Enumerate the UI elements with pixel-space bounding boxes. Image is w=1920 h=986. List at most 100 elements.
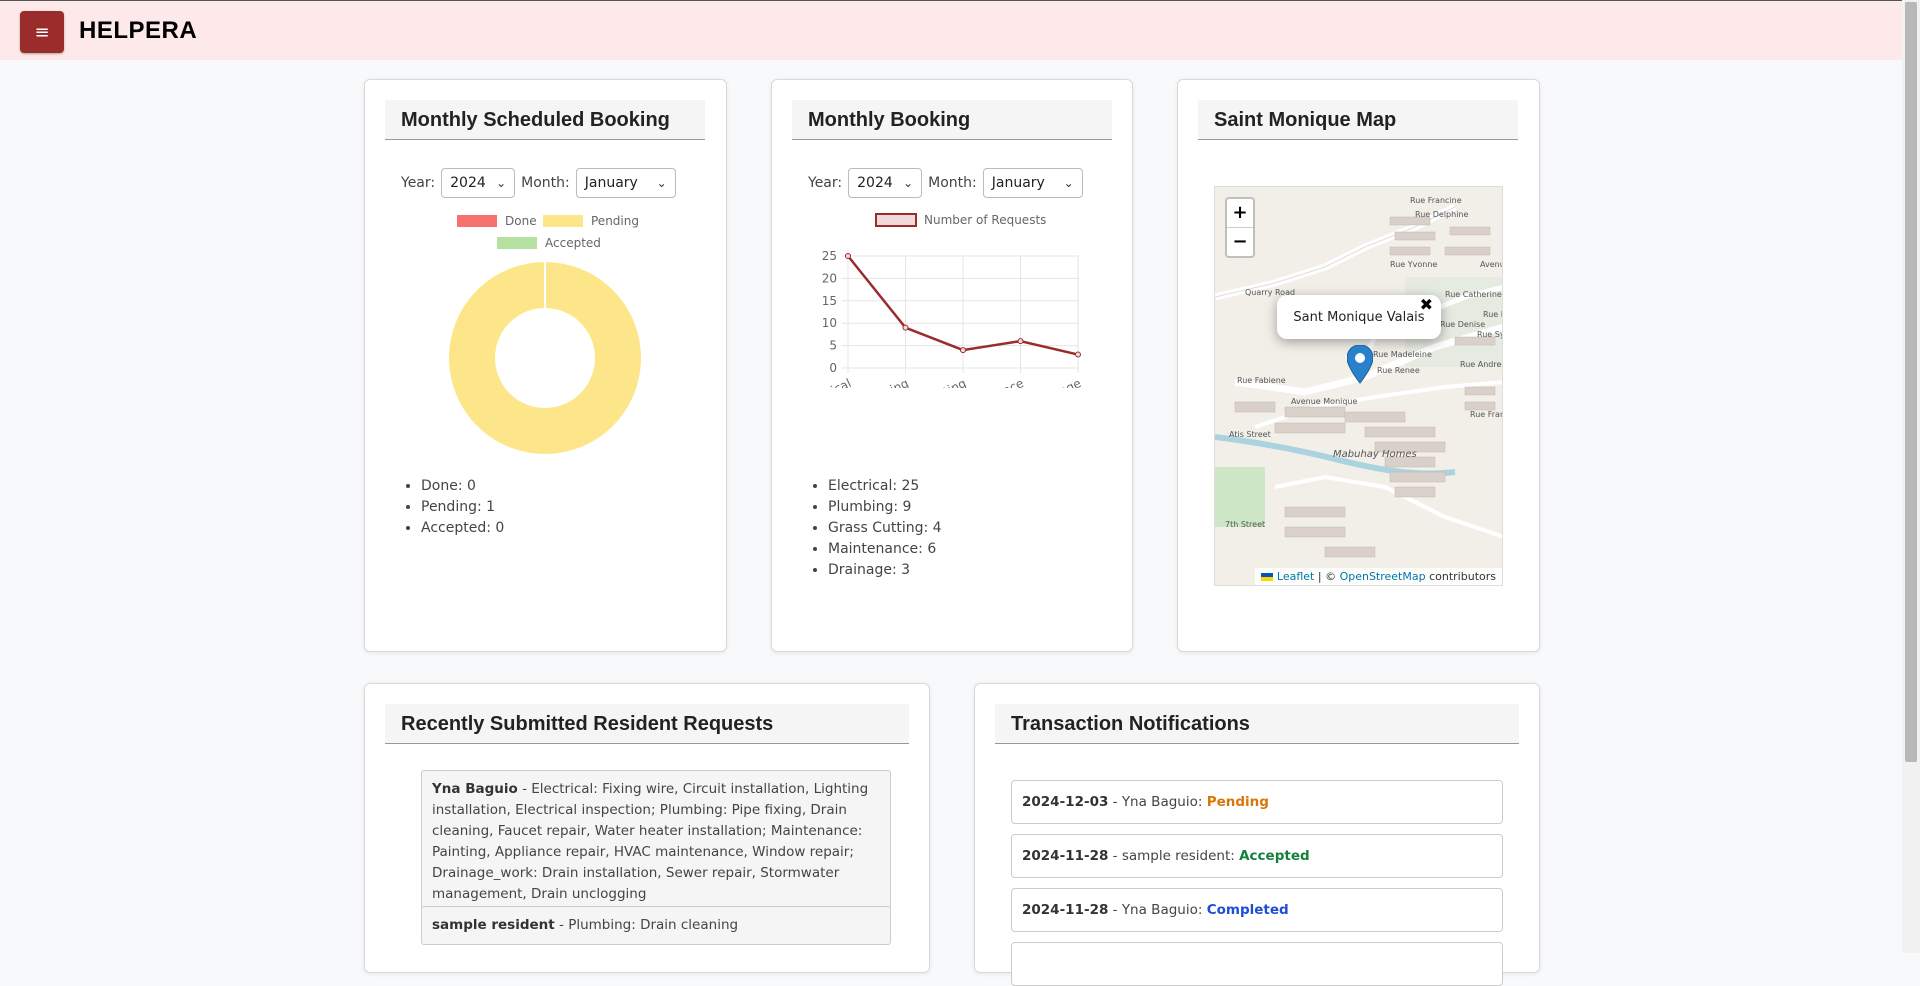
filter-row: Year: 2024 ⌄ Month: January ⌄ [808,168,1089,198]
top-navbar: ≡ HELPERA [0,0,1902,60]
stat-pending: Pending: 1 [421,497,504,518]
chevron-down-icon: ⌄ [1063,176,1074,190]
notification-who: - Yna Baguio: [1108,902,1207,918]
year-select[interactable]: 2024 ⌄ [441,168,516,198]
legend-item-pending[interactable]: Pending [543,214,639,228]
y-tick-label: 20 [822,271,837,285]
y-tick-label: 25 [822,249,837,263]
month-select[interactable]: January ⌄ [575,168,676,198]
chevron-down-icon: ⌄ [656,176,667,190]
scheduled-booking-card: Monthly Scheduled Booking Year: 2024 ⌄ Mo… [364,79,727,652]
page-scrollbar[interactable] [1902,0,1920,953]
map-popup: Sant Monique Valais ✖ [1277,295,1441,339]
stat-electrical: Electrical: 25 [828,476,942,497]
stat-drainage: Drainage: 3 [828,560,942,581]
legend-label: Done [505,214,537,228]
attribution-separator: | [1317,570,1322,583]
legend-label: Accepted [545,236,601,250]
map-label: Avenue Ma [1480,260,1503,269]
request-item[interactable]: Yna Baguio - Electrical: Fixing wire, Ci… [421,770,891,914]
map-label: Rue Denise [1440,320,1485,329]
y-tick-label: 15 [822,294,837,308]
chevron-down-icon: ⌄ [496,176,507,190]
map-view[interactable]: Quarry Road Rue Francine Rue Delphine Ru… [1214,186,1503,586]
y-tick-label: 0 [829,361,837,375]
scrollbar-thumb[interactable] [1905,2,1917,762]
notification-status: Pending [1206,794,1269,810]
map-label: Rue Fabiene [1237,376,1286,385]
request-name: Yna Baguio [432,781,518,797]
notification-item[interactable]: 2024-12-03 - Yna Baguio: Pending [1011,780,1503,824]
notification-date: 2024-11-28 [1022,848,1109,864]
stat-maintenance: Maintenance: 6 [828,539,942,560]
map-label: Atis Street [1229,430,1271,439]
year-value: 2024 [450,175,486,191]
month-select[interactable]: January ⌄ [982,168,1083,198]
donut-chart [449,262,641,454]
x-tick-label: Drainage [1028,376,1084,388]
map-label: Mabuhay Homes [1333,449,1417,460]
notification-who: - sample resident: [1108,848,1240,864]
card-title: Monthly Booking [792,100,1112,140]
menu-icon: ≡ [34,21,50,43]
notification-date: 2024-12-03 [1022,794,1109,810]
year-select[interactable]: 2024 ⌄ [848,168,923,198]
attribution-copyright: © [1325,570,1337,583]
brand-title: HELPERA [79,17,198,44]
notification-item[interactable]: 2024-11-28 - Yna Baguio: Completed [1011,888,1503,932]
year-label: Year: [808,175,843,191]
y-tick-label: 5 [829,339,837,353]
map-label: Rue Francette [1470,410,1503,419]
hamburger-menu-button[interactable]: ≡ [20,11,64,53]
month-label: Month: [521,175,570,191]
map-label: Rue Sylvi [1477,330,1503,339]
year-value: 2024 [857,175,893,191]
close-icon[interactable]: ✖ [1420,295,1433,314]
zoom-control: + − [1225,197,1255,258]
map-marker-icon[interactable] [1347,345,1373,385]
legend-item-done[interactable]: Done [457,214,537,228]
map-label: Rue Delphine [1415,210,1468,219]
legend-label: Pending [591,214,639,228]
osm-link[interactable]: OpenStreetMap [1340,570,1426,583]
map-label: Rue Di [1483,310,1503,319]
legend-label: Number of Requests [924,213,1046,227]
stat-plumbing: Plumbing: 9 [828,497,942,518]
popup-text: Sant Monique Valais [1293,309,1425,325]
stat-done: Done: 0 [421,476,504,497]
data-point [1075,351,1081,358]
map-attribution: Leaflet | © OpenStreetMap contributors [1255,568,1502,585]
map-label: Avenue Monique [1291,397,1358,406]
scheduled-stats-list: Done: 0 Pending: 1 Accepted: 0 [401,476,504,539]
notification-item[interactable] [1011,942,1503,986]
request-details: - Electrical: Fixing wire, Circuit insta… [432,781,869,902]
legend-item-accepted[interactable]: Accepted [497,236,601,250]
monthly-booking-card: Monthly Booking Year: 2024 ⌄ Month: Janua… [771,79,1133,652]
month-label: Month: [928,175,977,191]
zoom-out-button[interactable]: − [1227,227,1253,256]
notification-item[interactable]: 2024-11-28 - sample resident: Accepted [1011,834,1503,878]
map-label: Rue Catherine [1445,290,1502,299]
x-tick-label: Electrical [797,376,853,388]
request-details: - Plumbing: Drain cleaning [554,917,739,933]
card-title: Monthly Scheduled Booking [385,100,705,140]
card-title: Saint Monique Map [1198,100,1518,140]
resident-requests-card: Recently Submitted Resident Requests Yna… [364,683,930,973]
line-chart: Number of Requests 0 5 10 15 20 25 ElectricalPl… [797,213,1084,388]
notification-who: - Yna Baguio: [1108,794,1207,810]
card-title: Recently Submitted Resident Requests [385,704,909,744]
map-label: Rue Madeleine [1373,350,1432,359]
leaflet-link[interactable]: Leaflet [1277,570,1314,583]
data-point [845,253,851,259]
request-item[interactable]: sample resident - Plumbing: Drain cleani… [421,906,891,945]
notification-date: 2024-11-28 [1022,902,1109,918]
x-tick-label: Plumbing [854,376,911,388]
legend-swatch [875,213,917,227]
notification-status: Accepted [1239,848,1310,864]
card-title: Transaction Notifications [995,704,1519,744]
zoom-in-button[interactable]: + [1227,199,1253,227]
map-label: Rue Renee [1377,366,1420,375]
stat-accepted: Accepted: 0 [421,518,504,539]
ukraine-flag-icon [1261,573,1274,581]
request-name: sample resident [432,917,555,933]
